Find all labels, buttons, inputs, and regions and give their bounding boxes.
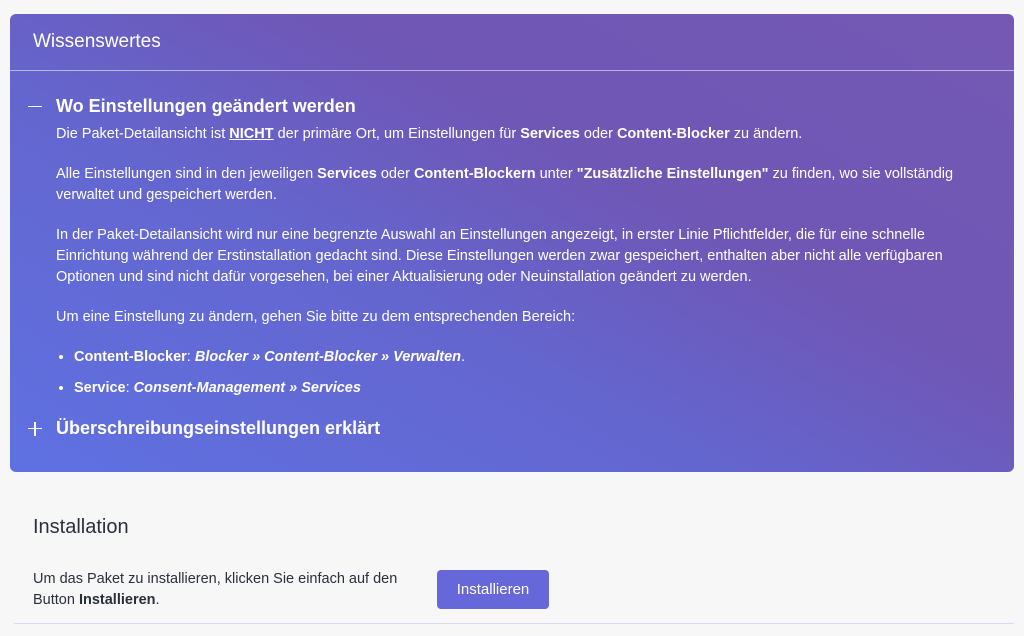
accordion-section-override-settings: Überschreibungseinstellungen erklärt <box>28 418 994 439</box>
list-item: Content-Blocker: Blocker » Content-Block… <box>74 347 994 368</box>
accordion-title: Wo Einstellungen geändert werden <box>56 96 356 116</box>
installation-title: Installation <box>33 516 129 538</box>
install-button[interactable]: Installieren <box>437 570 549 609</box>
paragraph-4: Um eine Einstellung zu ändern, gehen Sie… <box>56 309 576 325</box>
paragraph-1: Die Paket-Detailansicht ist NICHT der pr… <box>56 126 803 142</box>
list-item: Service: Consent-Management » Services <box>74 378 994 399</box>
card-title: Wissenswertes <box>33 31 161 52</box>
installation-description: Um das Paket zu installieren, klicken Si… <box>33 571 398 608</box>
accordion-section-settings-location: Wo Einstellungen geändert werden Die Pak… <box>28 96 994 399</box>
accordion-header-settings-location[interactable]: Wo Einstellungen geändert werden <box>28 96 994 117</box>
paragraph-2: Alle Einstellungen sind in den jeweilige… <box>56 166 954 203</box>
card-header: Wissenswertes <box>10 14 1014 71</box>
accordion-body: Die Paket-Detailansicht ist NICHT der pr… <box>28 124 994 399</box>
settings-location-list: Content-Blocker: Blocker » Content-Block… <box>56 347 994 399</box>
minus-icon[interactable] <box>28 97 42 117</box>
accordion-title: Überschreibungseinstellungen erklärt <box>56 418 381 438</box>
paragraph-3: In der Paket-Detailansicht wird nur eine… <box>56 227 943 285</box>
accordion-header-override-settings[interactable]: Überschreibungseinstellungen erklärt <box>28 418 994 439</box>
divider <box>14 623 1014 624</box>
plus-icon[interactable] <box>28 419 42 439</box>
info-card: Wissenswertes Wo Einstellungen geändert … <box>10 14 1014 472</box>
